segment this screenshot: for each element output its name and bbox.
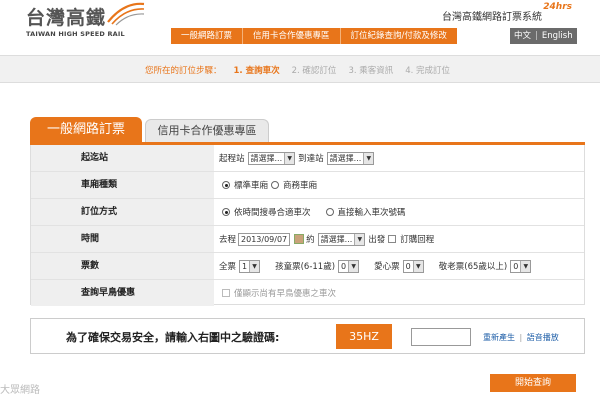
from-station-text: 起程站 — [219, 154, 245, 164]
row-method: 訂位方式 依時間搜尋合適車次 直接輸入車次號碼 — [31, 199, 584, 226]
label-time: 時間 — [31, 226, 214, 252]
standard-car-text: 標準車廂 — [234, 181, 269, 191]
full-ticket-select[interactable]: 1 ▼ — [239, 259, 261, 273]
chevron-down-icon: ▼ — [249, 260, 260, 272]
time-value: 請選擇... — [320, 234, 353, 244]
booking-steps-bar: 您所在的訂位步驟： 1. 查詢車次 2. 確認訂位 3. 乘客資訊 4. 完成訂… — [0, 55, 600, 83]
early-bird-text: 僅顯示尚有早鳥優惠之車次 — [234, 289, 337, 299]
nav-general-booking[interactable]: 一般網路訂票 — [171, 28, 244, 44]
to-station-text: 到達站 — [298, 154, 324, 164]
chevron-down-icon: ▼ — [520, 260, 531, 272]
language-switch: 中文 | English — [510, 28, 577, 44]
24hrs-icon: 24hrs — [543, 2, 572, 12]
early-bird-checkbox[interactable] — [222, 289, 230, 297]
header: 台灣高鐵 TAIWAN HIGH SPEED RAIL 台灣高鐵網路訂票系統 2… — [0, 0, 600, 52]
love-ticket-select[interactable]: 0 ▼ — [402, 259, 424, 273]
senior-ticket-value: 0 — [513, 261, 519, 271]
captcha-image: 35HZ — [336, 324, 392, 349]
child-ticket-select[interactable]: 0 ▼ — [338, 259, 360, 273]
label-car-type: 車廂種類 — [31, 172, 214, 198]
logo-swoosh-icon — [107, 2, 145, 26]
tab-credit-card-promo[interactable]: 信用卡合作優惠專區 — [145, 119, 269, 143]
captcha-label: 為了確保交易安全，請輸入右圖中之驗證碼: — [66, 331, 280, 344]
business-car-text: 商務車廂 — [283, 181, 318, 191]
radio-business-car[interactable] — [271, 181, 280, 189]
nav-booking-record[interactable]: 訂位紀錄查詢/付款及修改 — [341, 28, 457, 44]
logo-english: TAIWAN HIGH SPEED RAIL — [26, 30, 125, 38]
calendar-icon[interactable] — [294, 234, 305, 244]
love-ticket-text: 愛心票 — [374, 262, 400, 272]
senior-ticket-text: 敬老票(65歲以上) — [438, 262, 508, 272]
label-tickets: 票數 — [31, 253, 214, 279]
step-2: 2. 確認訂位 — [291, 66, 337, 76]
chevron-down-icon: ▼ — [363, 152, 374, 164]
row-early-bird: 查詢早鳥優惠 僅顯示尚有早鳥優惠之車次 — [31, 280, 584, 307]
full-ticket-value: 1 — [242, 261, 248, 271]
from-station-value: 請選擇... — [250, 153, 283, 163]
chevron-down-icon: ▼ — [284, 152, 295, 164]
lang-chinese[interactable]: 中文 — [510, 28, 535, 44]
radio-search-by-time[interactable] — [222, 208, 230, 216]
depart-text: 出發 — [368, 235, 386, 245]
steps-lead: 您所在的訂位步驟： — [145, 66, 222, 76]
captcha-input[interactable] — [411, 328, 471, 346]
captcha-audio-link[interactable]: 語音播放 — [527, 333, 559, 342]
child-ticket-value: 0 — [341, 261, 347, 271]
row-tickets: 票數 全票 1 ▼ 孩童票(6-11歲) 0 ▼ 愛心票 0 ▼ 敬老票(65歲以上)… — [31, 253, 584, 280]
date-input[interactable]: 2013/09/07 — [238, 232, 291, 246]
row-car-type: 車廂種類 標準車廂 商務車廂 — [31, 172, 584, 199]
system-title: 台灣高鐵網路訂票系統 — [442, 12, 542, 23]
about-text: 約 — [306, 235, 315, 245]
nav-credit-card-promo[interactable]: 信用卡合作優惠專區 — [243, 28, 341, 44]
tab-general-booking[interactable]: 一般網路訂票 — [30, 117, 142, 143]
step-4: 4. 完成訂位 — [405, 66, 451, 76]
search-by-time-text: 依時間搜尋合適車次 — [234, 208, 311, 218]
captcha-section: 為了確保交易安全，請輸入右圖中之驗證碼: 35HZ 重新產生 | 語音播放 — [30, 318, 585, 354]
lang-english[interactable]: English — [538, 28, 577, 44]
captcha-regenerate-link[interactable]: 重新產生 — [483, 333, 515, 342]
captcha-link-separator: | — [519, 333, 523, 342]
time-select[interactable]: 請選擇... ▼ — [317, 232, 366, 246]
enter-train-number-text: 直接輸入車次號碼 — [337, 208, 406, 218]
child-ticket-text: 孩童票(6-11歲) — [275, 262, 336, 272]
to-station-value: 請選擇... — [329, 153, 362, 163]
full-ticket-text: 全票 — [219, 262, 237, 272]
radio-standard-car[interactable] — [222, 181, 230, 189]
top-nav: 一般網路訂票 信用卡合作優惠專區 訂位紀錄查詢/付款及修改 — [171, 28, 457, 44]
from-station-select[interactable]: 請選擇... ▼ — [247, 151, 296, 165]
return-trip-checkbox[interactable] — [388, 235, 397, 243]
label-method: 訂位方式 — [31, 199, 214, 225]
step-3: 3. 乘客資訊 — [348, 66, 394, 76]
booking-form: 起迄站 起程站 請選擇... ▼ 到達站 請選擇... ▼ 車廂種類 標準車廂 商務… — [30, 145, 585, 307]
label-early-bird: 查詢早鳥優惠 — [31, 280, 214, 306]
to-station-select[interactable]: 請選擇... ▼ — [326, 151, 375, 165]
senior-ticket-select[interactable]: 0 ▼ — [510, 259, 532, 273]
label-station: 起迄站 — [31, 145, 214, 171]
chevron-down-icon: ▼ — [348, 260, 359, 272]
watermark: 大眾網路 — [0, 385, 40, 396]
row-time: 時間 去程 2013/09/07 約 請選擇... ▼ 出發 訂購回程 — [31, 226, 584, 253]
chevron-down-icon: ▼ — [354, 233, 365, 245]
step-1: 1. 查詢車次 — [233, 66, 280, 76]
chevron-down-icon: ▼ — [412, 260, 423, 272]
start-search-button[interactable]: 開始查詢 — [490, 374, 576, 392]
outbound-text: 去程 — [219, 235, 237, 245]
love-ticket-value: 0 — [405, 261, 411, 271]
radio-enter-train-number[interactable] — [325, 208, 334, 216]
row-station: 起迄站 起程站 請選擇... ▼ 到達站 請選擇... ▼ — [31, 145, 584, 172]
return-trip-text: 訂購回程 — [400, 235, 435, 245]
